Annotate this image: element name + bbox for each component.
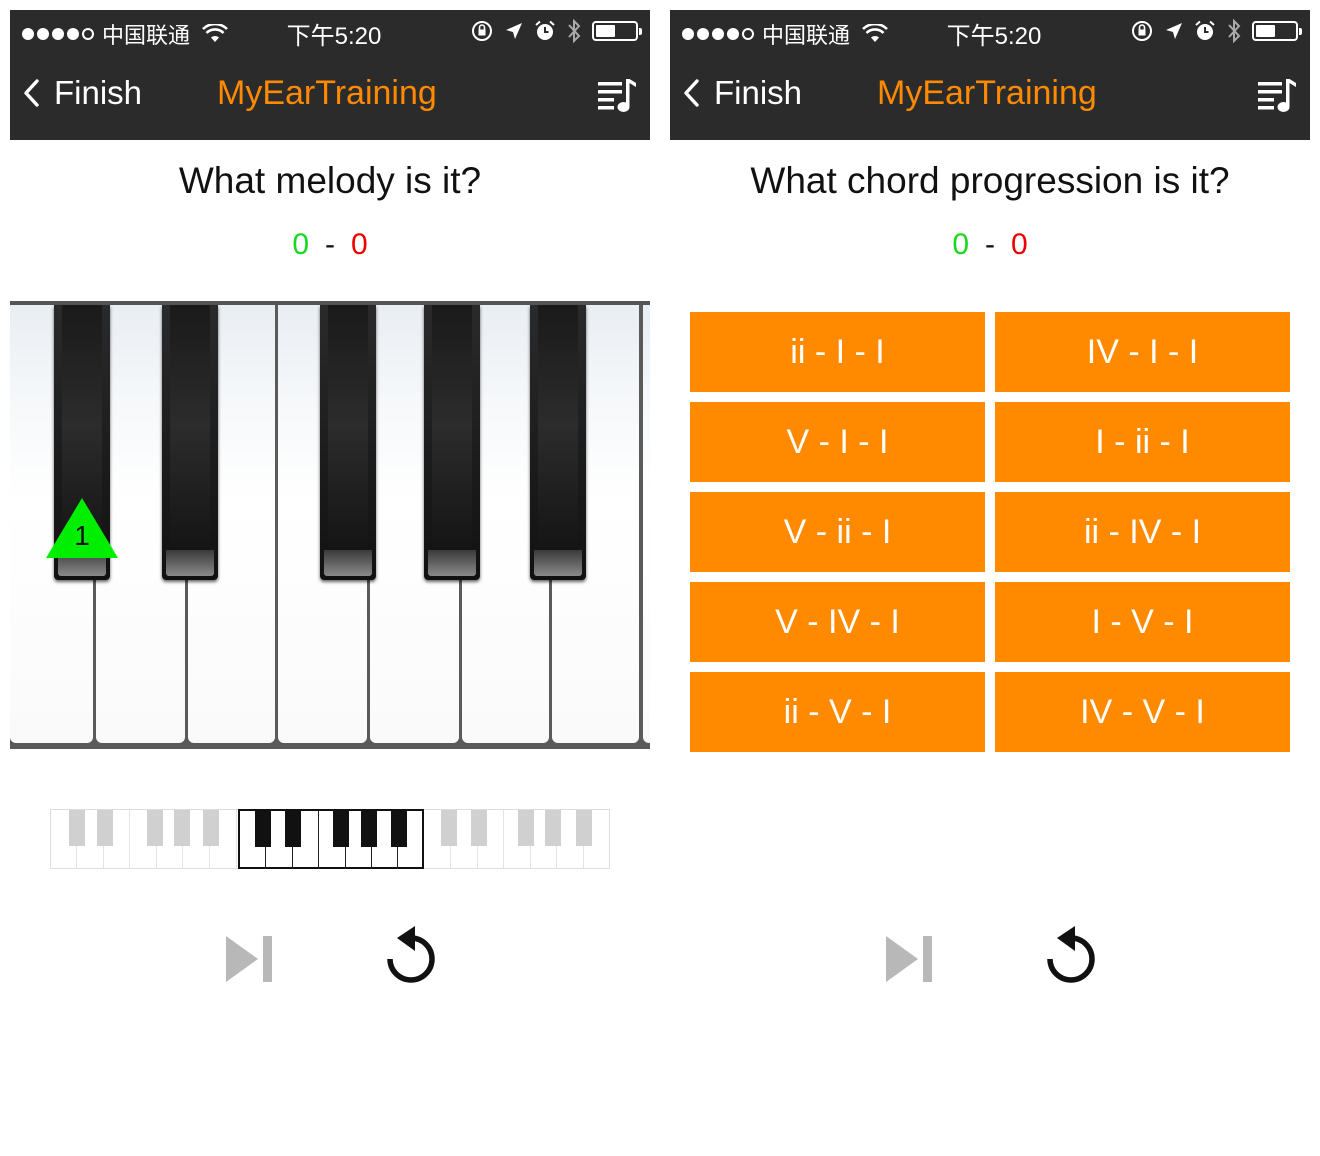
chord-option-button[interactable]: IV - V - I <box>995 672 1290 752</box>
piano-keyboard: 1 <box>10 301 650 749</box>
score-wrong: 0 <box>351 228 368 261</box>
chord-option-button[interactable]: IV - I - I <box>995 312 1290 392</box>
playlist-music-icon[interactable] <box>1258 76 1298 116</box>
note-marker-label: 1 <box>74 520 90 551</box>
skip-next-icon[interactable] <box>884 934 936 984</box>
chord-option-button[interactable]: I - V - I <box>995 582 1290 662</box>
score-display: 0-0 <box>670 228 1310 262</box>
battery-icon <box>592 21 642 41</box>
black-key[interactable] <box>424 305 480 580</box>
finish-back-button[interactable]: Finish <box>22 74 142 112</box>
status-icons <box>470 18 642 44</box>
back-label: Finish <box>54 74 143 111</box>
keyboard-range-navigator[interactable] <box>50 809 610 869</box>
chevron-left-icon <box>684 79 699 107</box>
chord-option-button[interactable]: ii - V - I <box>690 672 985 752</box>
playlist-music-icon[interactable] <box>598 76 638 116</box>
bluetooth-icon <box>1228 18 1241 44</box>
white-key[interactable] <box>643 305 650 743</box>
finish-back-button[interactable]: Finish <box>682 74 802 112</box>
visible-range-window[interactable] <box>238 809 424 869</box>
score-separator: - <box>985 228 995 261</box>
chevron-left-icon <box>24 79 39 107</box>
question-text: What chord progression is it? <box>750 160 1230 201</box>
black-key[interactable] <box>320 305 376 580</box>
app-title: MyEarTraining <box>877 74 1097 112</box>
alarm-icon <box>1195 20 1215 40</box>
black-key[interactable] <box>162 305 218 580</box>
question-text: What melody is it? <box>178 160 482 201</box>
status-bar: 中国联通 下午5:20 <box>670 10 1310 50</box>
melody-screen: 中国联通 下午5:20 Finish MyEarTraining What me… <box>10 10 650 1156</box>
score-correct: 0 <box>952 228 969 261</box>
nav-bar: Finish MyEarTraining <box>670 50 1310 140</box>
note-marker: 1 <box>44 496 120 560</box>
nav-bar: Finish MyEarTraining <box>10 50 650 140</box>
chord-option-button[interactable]: ii - IV - I <box>995 492 1290 572</box>
back-label: Finish <box>714 74 803 111</box>
bluetooth-icon <box>568 18 581 44</box>
skip-next-icon[interactable] <box>224 934 276 984</box>
chord-screen: 中国联通 下午5:20 Finish MyEarTraining What ch… <box>670 10 1310 1156</box>
score-separator: - <box>325 228 335 261</box>
alarm-icon <box>535 20 555 40</box>
chord-option-button[interactable]: V - I - I <box>690 402 985 482</box>
replay-icon[interactable] <box>1044 924 1098 986</box>
chord-option-button[interactable]: V - IV - I <box>690 582 985 662</box>
score-display: 0-0 <box>10 228 650 262</box>
chord-option-button[interactable]: ii - I - I <box>690 312 985 392</box>
rotation-lock-icon <box>472 21 492 41</box>
black-key[interactable] <box>530 305 586 580</box>
chord-option-button[interactable]: V - ii - I <box>690 492 985 572</box>
app-title: MyEarTraining <box>217 74 437 112</box>
status-bar: 中国联通 下午5:20 <box>10 10 650 50</box>
score-correct: 0 <box>292 228 309 261</box>
location-arrow-icon <box>506 23 522 39</box>
rotation-lock-icon <box>1132 21 1152 41</box>
location-arrow-icon <box>1166 23 1182 39</box>
chord-option-button[interactable]: I - ii - I <box>995 402 1290 482</box>
replay-icon[interactable] <box>384 924 438 986</box>
score-wrong: 0 <box>1011 228 1028 261</box>
status-icons <box>1130 18 1302 44</box>
battery-icon <box>1252 21 1302 41</box>
